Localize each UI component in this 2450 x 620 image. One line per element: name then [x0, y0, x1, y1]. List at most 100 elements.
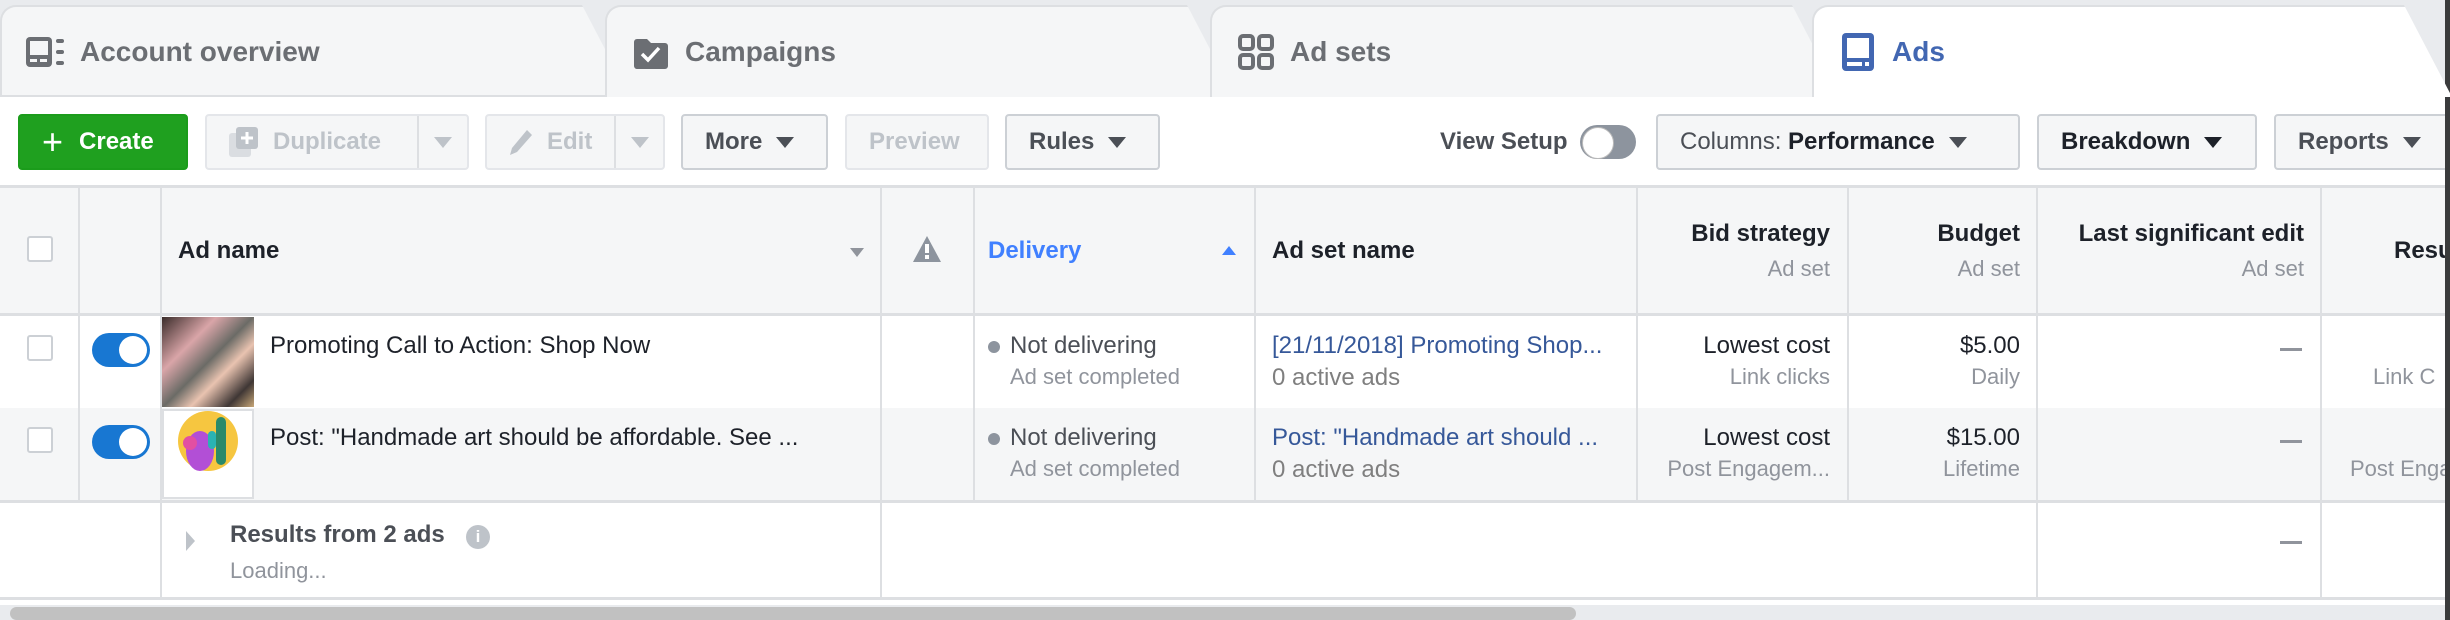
table-row[interactable]: Post: "Handmade art should be affordable… — [0, 408, 2450, 500]
edit-button[interactable]: Edit — [485, 114, 665, 170]
summary-label: Results from 2 ads — [230, 521, 445, 548]
account-overview-icon — [26, 34, 66, 70]
columns-dropdown[interactable]: Columns: Performance — [1656, 114, 2020, 170]
sort-arrow-up-icon[interactable] — [1222, 246, 1236, 255]
column-header-delivery[interactable]: Delivery — [988, 188, 1081, 313]
duplicate-button[interactable]: Duplicate — [205, 114, 469, 170]
column-divider — [160, 188, 162, 600]
column-header-ad-name[interactable]: Ad name — [178, 188, 279, 313]
ad-thumbnail[interactable] — [162, 317, 254, 407]
view-setup-label: View Setup — [1440, 128, 1568, 155]
rules-button[interactable]: Rules — [1005, 114, 1160, 170]
table-header: Ad name Delivery Ad set name Bid strateg… — [0, 188, 2450, 316]
chevron-down-icon — [1108, 137, 1127, 149]
select-all-checkbox[interactable] — [27, 236, 53, 262]
ad-name[interactable]: Post: "Handmade art should be affordable… — [270, 424, 798, 452]
budget-type: Lifetime — [1942, 456, 2020, 481]
delivery-status: Not delivering — [988, 424, 1157, 452]
tab-ad-sets[interactable]: Ad sets — [1210, 5, 1840, 97]
expand-caret-icon[interactable] — [186, 531, 195, 551]
campaigns-folder-check-icon — [631, 34, 671, 70]
summary-row: Results from 2 ads i Loading... — [0, 500, 2450, 600]
ad-on-off-toggle[interactable] — [92, 333, 150, 367]
delivery-label: Not delivering — [1010, 424, 1157, 451]
ad-set-link[interactable]: Post: "Handmade art should ... — [1272, 424, 1598, 452]
column-sublabel: Ad set — [1767, 255, 1830, 281]
reports-label: Reports — [2298, 128, 2389, 155]
chevron-down-icon — [1948, 137, 1967, 149]
summary-loading: Loading... — [230, 558, 327, 583]
tab-account-overview[interactable]: Account overview — [0, 5, 630, 97]
delivery-substatus: Ad set completed — [1010, 456, 1180, 481]
columns-value: Performance — [1788, 128, 1935, 155]
results-sub: Link C — [2373, 364, 2436, 389]
column-label: Budget — [1937, 219, 2020, 247]
delivery-status: Not delivering — [988, 332, 1157, 360]
column-divider — [2320, 188, 2322, 600]
row-checkbox[interactable] — [27, 427, 53, 453]
column-header-ad-set-name[interactable]: Ad set name — [1272, 188, 1415, 313]
edit-dropdown-toggle[interactable] — [614, 116, 663, 168]
create-label: Create — [79, 128, 154, 155]
rules-label: Rules — [1029, 128, 1095, 155]
last-edit-empty — [2280, 541, 2302, 544]
column-label: Ad name — [178, 236, 280, 264]
info-icon[interactable]: i — [466, 525, 490, 549]
duplicate-label: Duplicate — [273, 128, 382, 155]
columns-prefix: Columns: — [1680, 128, 1782, 155]
tab-ads[interactable]: Ads — [1812, 5, 2450, 97]
column-header-bid-strategy[interactable]: Bid strategy Ad set — [1636, 188, 1830, 313]
ad-on-off-toggle[interactable] — [92, 425, 150, 459]
tab-label: Ads — [1892, 36, 1945, 67]
column-divider — [1847, 188, 1849, 500]
column-label: Last significant edit — [2078, 219, 2304, 247]
last-edit-empty — [2280, 440, 2302, 443]
status-dot-icon — [988, 432, 1000, 445]
results-sub: Post Enga — [2350, 456, 2450, 481]
ad-name[interactable]: Promoting Call to Action: Shop Now — [270, 332, 650, 360]
ad-thumbnail[interactable] — [162, 409, 254, 499]
table-row[interactable]: Promoting Call to Action: Shop Now Not d… — [0, 316, 2450, 408]
column-divider — [1636, 188, 1638, 500]
delivery-label: Not delivering — [1010, 332, 1157, 359]
more-label: More — [705, 128, 763, 155]
preview-button[interactable]: Preview — [845, 114, 989, 170]
chevron-down-icon — [630, 136, 649, 148]
horizontal-scrollbar[interactable] — [10, 607, 1576, 620]
column-label: Resu — [2394, 236, 2450, 264]
sort-arrow-down-icon[interactable] — [850, 248, 864, 257]
chevron-down-icon — [776, 137, 795, 149]
bid-strategy-sub: Link clicks — [1729, 364, 1830, 389]
column-divider — [973, 188, 975, 500]
column-label: Ad set name — [1272, 236, 1415, 264]
row-checkbox[interactable] — [27, 335, 53, 361]
ad-set-link[interactable]: [21/11/2018] Promoting Shop... — [1272, 332, 1602, 360]
breakdown-dropdown[interactable]: Breakdown — [2037, 114, 2257, 170]
preview-label: Preview — [869, 128, 960, 155]
column-header-budget[interactable]: Budget Ad set — [1847, 188, 2020, 313]
bid-strategy: Lowest cost — [1703, 332, 1830, 359]
breakdown-label: Breakdown — [2061, 128, 2191, 155]
chevron-down-icon — [2402, 137, 2421, 149]
column-divider — [880, 188, 882, 600]
tab-campaigns[interactable]: Campaigns — [605, 5, 1235, 97]
create-button[interactable]: + Create — [18, 114, 188, 170]
toolbar: + Create Duplicate Edit More Preview Rule… — [0, 95, 2450, 185]
warning-icon[interactable] — [913, 236, 941, 267]
more-button[interactable]: More — [681, 114, 828, 170]
duplicate-icon — [229, 127, 259, 157]
column-header-results[interactable]: Resu — [2394, 188, 2450, 313]
budget-amount: $5.00 — [1959, 332, 2020, 359]
column-header-last-significant-edit[interactable]: Last significant edit Ad set — [2036, 188, 2304, 313]
pencil-icon — [509, 129, 533, 155]
chevron-down-icon — [434, 136, 452, 148]
reports-dropdown[interactable]: Reports — [2274, 114, 2450, 170]
tab-label: Ad sets — [1290, 36, 1392, 67]
budget-type: Daily — [1971, 364, 2020, 389]
budget-amount: $15.00 — [1946, 424, 2020, 451]
edit-label: Edit — [547, 128, 593, 155]
ads-icon — [1838, 34, 1878, 70]
ad-sets-grid-icon — [1236, 34, 1276, 70]
view-setup-toggle[interactable] — [1579, 125, 1636, 159]
duplicate-dropdown-toggle[interactable] — [417, 116, 467, 168]
